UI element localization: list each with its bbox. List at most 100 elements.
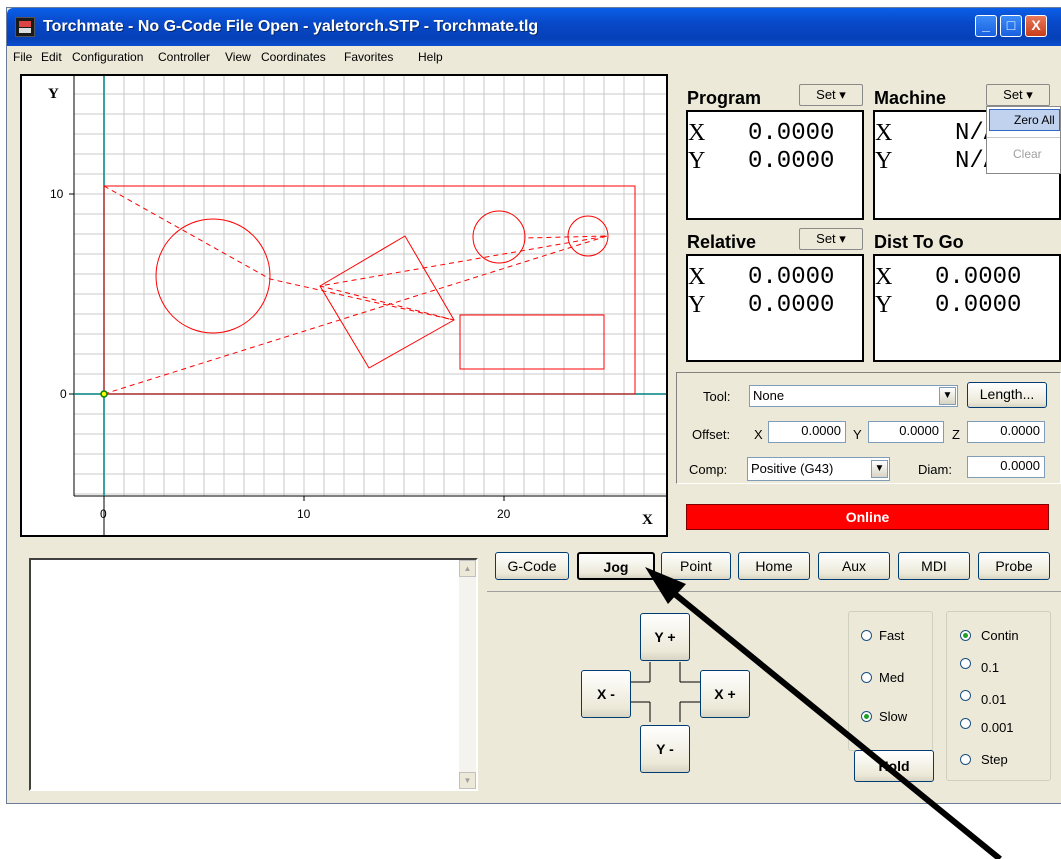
menu-bar: File Edit Configuration Controller View … bbox=[7, 46, 1061, 68]
increment-0-1-radio[interactable] bbox=[960, 658, 971, 669]
machine-y-axis: Y bbox=[875, 148, 893, 174]
app-icon[interactable] bbox=[15, 17, 35, 37]
offset-y-label: Y bbox=[853, 427, 862, 442]
origin-marker bbox=[100, 390, 108, 398]
log-scrollbar[interactable]: ▲ ▼ bbox=[459, 560, 476, 789]
relative-x-value: 0.0000 bbox=[748, 264, 835, 291]
comp-select[interactable]: Positive (G43) ▼ bbox=[747, 457, 890, 481]
grid bbox=[74, 76, 666, 496]
window-title: Torchmate - No G-Code File Open - yaleto… bbox=[43, 18, 539, 35]
increment-0-01-radio[interactable] bbox=[960, 690, 971, 701]
increment-step-radio[interactable] bbox=[960, 754, 971, 765]
x-tick-20: 20 bbox=[497, 507, 511, 521]
large-circle bbox=[155, 218, 271, 334]
increment-0-01-label[interactable]: 0.01 bbox=[981, 692, 1006, 707]
dist-y-axis: Y bbox=[875, 292, 893, 318]
rapid-moves bbox=[103, 185, 608, 395]
diam-field[interactable]: 0.0000 bbox=[967, 456, 1045, 478]
machine-set-menu: Zero All Clear bbox=[986, 106, 1061, 174]
tab-home[interactable]: Home bbox=[738, 552, 810, 580]
menu-coordinates[interactable]: Coordinates bbox=[261, 50, 326, 64]
offset-x-label: X bbox=[754, 427, 763, 442]
offset-z-field[interactable]: 0.0000 bbox=[967, 421, 1045, 443]
menu-configuration[interactable]: Configuration bbox=[72, 50, 143, 64]
speed-med-label[interactable]: Med bbox=[879, 670, 904, 685]
clear-menu-item[interactable]: Clear bbox=[1013, 147, 1042, 161]
dropdown-arrow-icon: ▾ bbox=[1026, 87, 1033, 102]
dist-x-axis: X bbox=[875, 264, 893, 290]
menu-help[interactable]: Help bbox=[418, 50, 443, 64]
scroll-up-icon[interactable]: ▲ bbox=[459, 560, 476, 577]
increment-contin-label[interactable]: Contin bbox=[981, 628, 1019, 643]
jog-x-minus-button[interactable]: X - bbox=[581, 670, 631, 718]
length-button[interactable]: Length... bbox=[967, 382, 1047, 408]
rotated-square bbox=[319, 235, 455, 369]
tab-jog[interactable]: Jog bbox=[577, 552, 655, 580]
comp-label: Comp: bbox=[689, 462, 728, 477]
dist-y-value: 0.0000 bbox=[935, 292, 1022, 319]
x-axis-label: X bbox=[642, 512, 653, 528]
tab-gcode[interactable]: G-Code bbox=[495, 552, 569, 580]
speed-fast-label[interactable]: Fast bbox=[879, 628, 904, 643]
program-y-axis: Y bbox=[688, 148, 706, 174]
program-readout: X 0.0000 Y 0.0000 bbox=[686, 110, 864, 220]
x-tick-0: 0 bbox=[100, 507, 107, 521]
tab-probe[interactable]: Probe bbox=[978, 552, 1050, 580]
chevron-down-icon[interactable]: ▼ bbox=[939, 387, 956, 405]
jog-x-plus-button[interactable]: X + bbox=[700, 670, 750, 718]
small-rectangle bbox=[459, 314, 605, 370]
menu-edit[interactable]: Edit bbox=[41, 50, 62, 64]
minimize-button[interactable]: _ bbox=[975, 15, 997, 37]
chevron-down-icon[interactable]: ▼ bbox=[871, 460, 888, 478]
machine-set-button[interactable]: Set ▾ bbox=[986, 84, 1050, 106]
hold-button[interactable]: Hold bbox=[854, 750, 934, 782]
tool-label: Tool: bbox=[703, 389, 731, 404]
relative-readout: X 0.0000 Y 0.0000 bbox=[686, 254, 864, 362]
tool-select[interactable]: None ▼ bbox=[749, 385, 958, 407]
relative-set-label: Set bbox=[816, 231, 836, 246]
machine-x-axis: X bbox=[875, 120, 893, 146]
scroll-down-icon[interactable]: ▼ bbox=[459, 772, 476, 789]
machine-label: Machine bbox=[874, 88, 947, 108]
offset-label: Offset: bbox=[692, 427, 731, 442]
tab-mdi[interactable]: MDI bbox=[898, 552, 970, 580]
maximize-button[interactable]: □ bbox=[1000, 15, 1022, 37]
dist-to-go-readout: X 0.0000 Y 0.0000 bbox=[873, 254, 1061, 362]
jog-y-plus-button[interactable]: Y + bbox=[640, 613, 690, 661]
y-axis-label: Y bbox=[48, 86, 59, 102]
relative-x-axis: X bbox=[688, 264, 706, 290]
status-badge: Online bbox=[686, 504, 1049, 530]
relative-label: Relative bbox=[687, 232, 757, 252]
close-button[interactable]: X bbox=[1025, 15, 1047, 37]
relative-set-button[interactable]: Set ▾ bbox=[799, 228, 863, 250]
menu-file[interactable]: File bbox=[13, 50, 32, 64]
program-label: Program bbox=[687, 88, 762, 108]
speed-fast-radio[interactable] bbox=[861, 630, 872, 641]
tab-aux[interactable]: Aux bbox=[818, 552, 890, 580]
increment-0-001-label[interactable]: 0.001 bbox=[981, 720, 1014, 735]
tab-point[interactable]: Point bbox=[661, 552, 731, 580]
dist-x-value: 0.0000 bbox=[935, 264, 1022, 291]
increment-step-label[interactable]: Step bbox=[981, 752, 1008, 767]
increment-contin-radio[interactable] bbox=[960, 630, 971, 641]
toolpath-plot[interactable]: 10 0 0 10 20 Y X bbox=[20, 74, 668, 537]
increment-0-1-label[interactable]: 0.1 bbox=[981, 660, 999, 675]
menu-view[interactable]: View bbox=[225, 50, 251, 64]
tool-value: None bbox=[753, 388, 785, 403]
offset-y-field[interactable]: 0.0000 bbox=[868, 421, 944, 443]
x-tick-10: 10 bbox=[297, 507, 311, 521]
jog-y-minus-button[interactable]: Y - bbox=[640, 725, 690, 773]
message-log[interactable]: ▲ ▼ bbox=[29, 558, 478, 791]
menu-favorites[interactable]: Favorites bbox=[344, 50, 393, 64]
title-bar[interactable]: Torchmate - No G-Code File Open - yaleto… bbox=[7, 8, 1061, 46]
zero-all-menu-item[interactable]: Zero All bbox=[989, 109, 1060, 131]
menu-controller[interactable]: Controller bbox=[158, 50, 210, 64]
y-tick-0: 0 bbox=[60, 387, 67, 401]
speed-slow-radio[interactable] bbox=[861, 711, 872, 722]
increment-0-001-radio[interactable] bbox=[960, 718, 971, 729]
speed-med-radio[interactable] bbox=[861, 672, 872, 683]
speed-slow-label[interactable]: Slow bbox=[879, 709, 907, 724]
offset-z-label: Z bbox=[952, 427, 960, 442]
offset-x-field[interactable]: 0.0000 bbox=[768, 421, 846, 443]
program-set-button[interactable]: Set ▾ bbox=[799, 84, 863, 106]
